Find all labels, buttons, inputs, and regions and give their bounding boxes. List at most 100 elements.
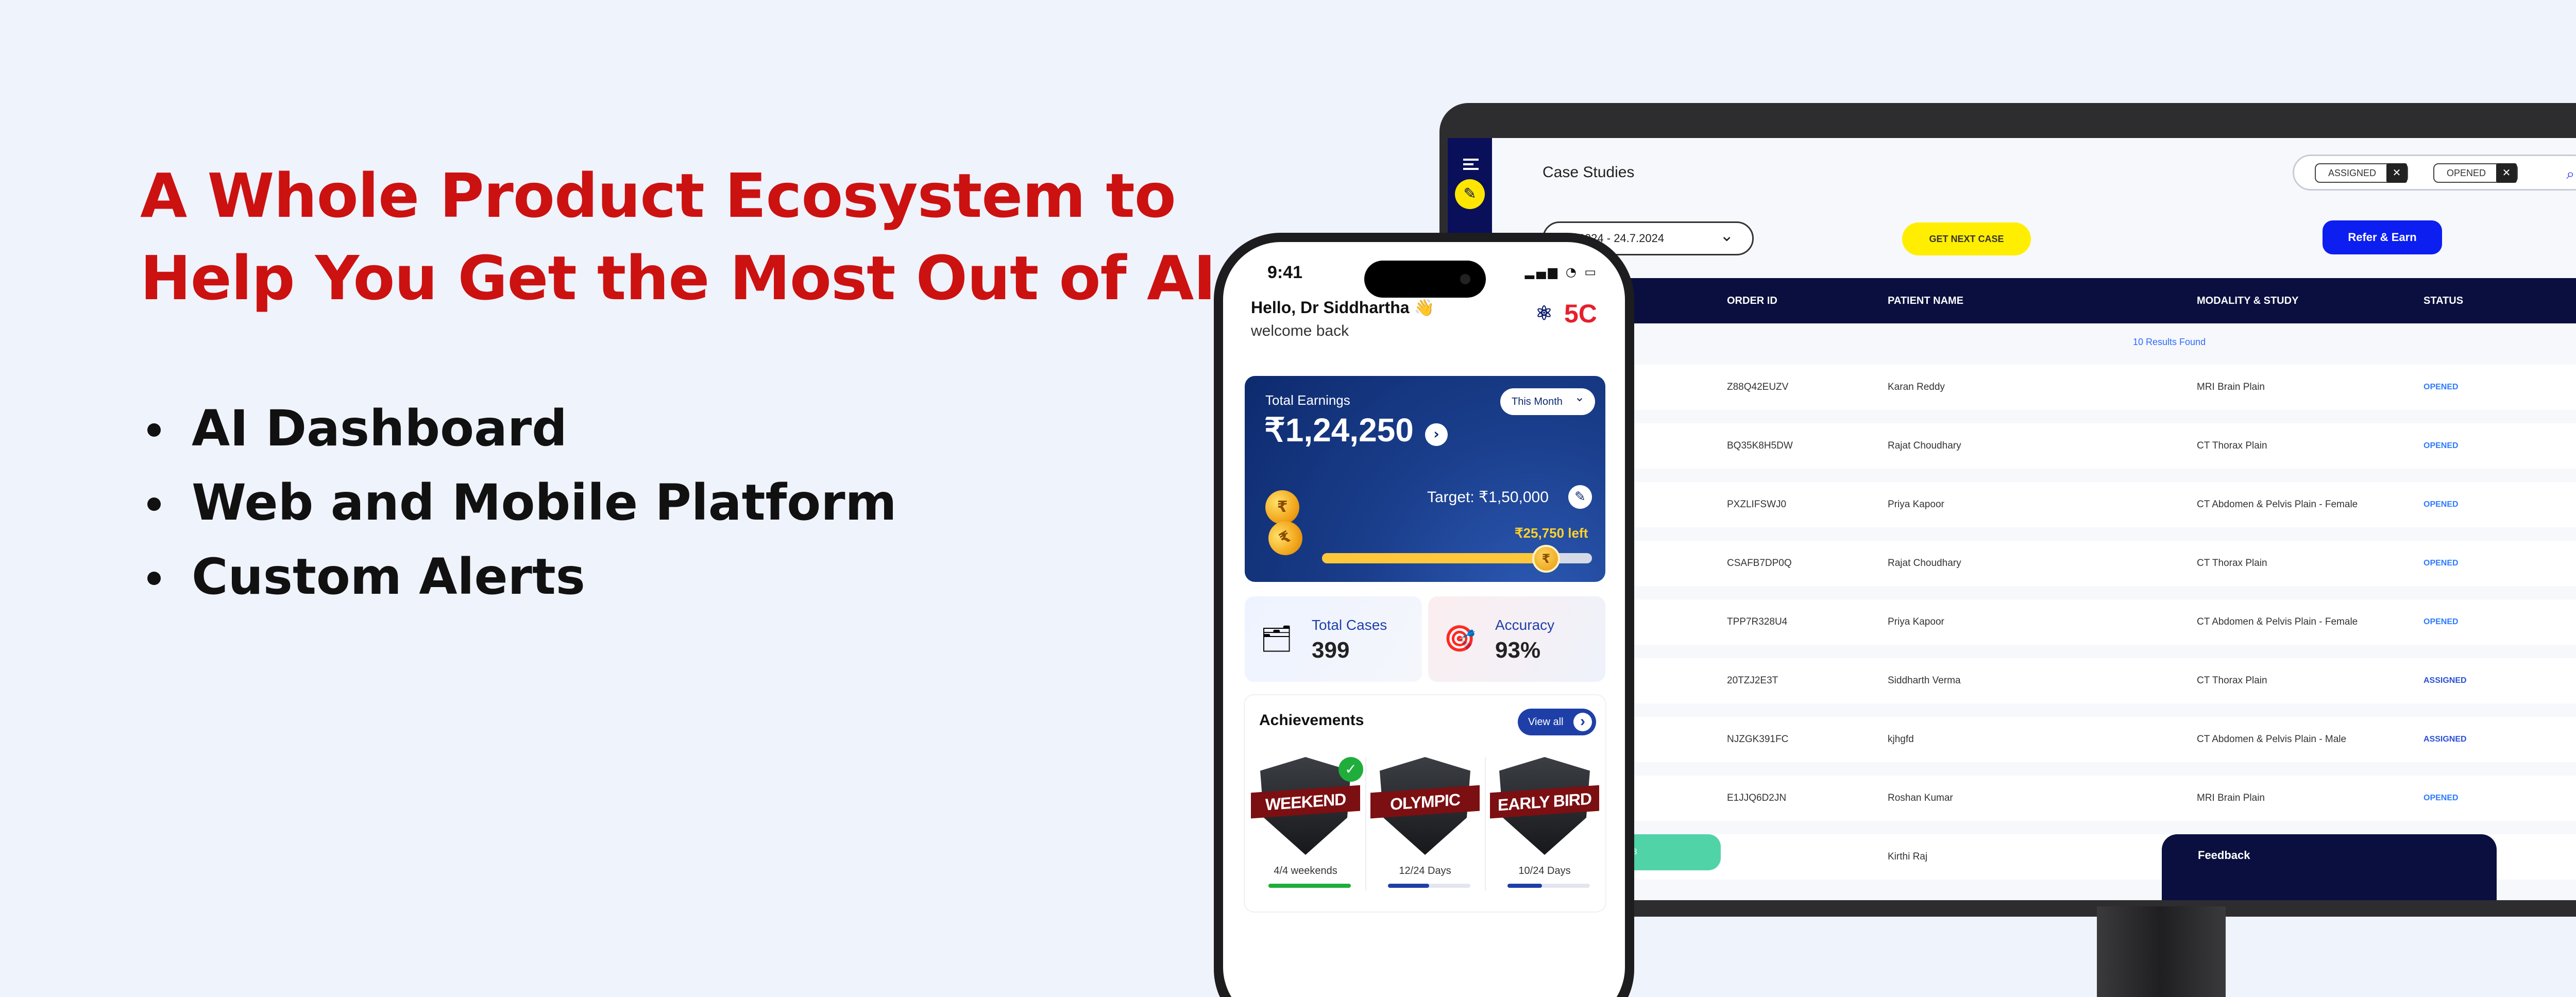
achievement-badge[interactable]: OLYMPIC 12/24 Days (1370, 757, 1484, 901)
filter-chip-label: OPENED (2447, 168, 2486, 178)
chevron-right-icon[interactable]: › (1425, 423, 1448, 446)
search-filter-bar[interactable]: ASSIGNED ✕ OPENED ✕ ⌕ (2293, 154, 2576, 191)
order-id-cell: NJZGK391FC (1727, 734, 1789, 745)
pencil-icon[interactable]: ✎ (1455, 179, 1485, 209)
study-cell: CT Abdomen & Pelvis Plain - Female (2197, 616, 2358, 627)
total-cases-card[interactable]: 🗂 Total Cases 399 (1245, 596, 1422, 682)
divider (1485, 757, 1486, 891)
earnings-label: Total Earnings (1265, 392, 1350, 408)
earnings-target: Target: ₹1,50,000 (1427, 489, 1549, 506)
patient-name-cell: Rajat Choudhary (1888, 440, 1961, 451)
close-icon[interactable]: ✕ (2386, 163, 2408, 183)
earnings-card[interactable]: Total Earnings ₹1,24,250 › This Month ₹ … (1245, 376, 1605, 582)
column-header[interactable]: STATUS (2424, 278, 2463, 323)
headline-line-2: Help You Get the Most Out of AI (140, 243, 1216, 314)
earnings-progress-bar: ₹ (1322, 545, 1592, 573)
order-id-cell: BQ35K8H5DW (1727, 440, 1793, 451)
column-header[interactable]: MODALITY & STUDY (2197, 278, 2298, 323)
welcome-text: welcome back (1251, 322, 1349, 339)
progress-fill (1507, 884, 1543, 888)
status-cell: OPENED (2424, 559, 2459, 568)
get-next-case-button[interactable]: GET NEXT CASE (1902, 222, 2031, 255)
patient-name-cell: kjhgfd (1888, 734, 1914, 745)
study-cell: MRI Brain Plain (2197, 793, 2265, 803)
achievement-badge[interactable]: WEEKEND ✓ 4/4 weekends (1251, 757, 1364, 901)
logo-text: 5C (1564, 299, 1597, 328)
feature-item: AI Dashboard (140, 391, 897, 466)
progress-fill (1322, 553, 1546, 563)
patient-name-cell: Kirthi Raj (1888, 851, 1928, 862)
status-cell: ASSIGNED (2424, 735, 2467, 744)
stat-label: Total Cases (1312, 617, 1387, 633)
view-all-button[interactable]: View all (1518, 709, 1596, 735)
filter-chip-opened[interactable]: OPENED ✕ (2433, 163, 2518, 183)
coins-icon: ₹ ₹ (1262, 488, 1309, 565)
check-icon: ✓ (1338, 757, 1363, 782)
status-cell: ASSIGNED (2424, 676, 2467, 685)
close-icon[interactable]: ✕ (2496, 163, 2517, 183)
order-id-cell: CSAFB7DP0Q (1727, 558, 1792, 569)
order-id-cell: PXZLIFSWJ0 (1727, 499, 1787, 510)
study-cell: MRI Brain Plain (2197, 382, 2265, 392)
badge-progress-text: 10/24 Days (1518, 865, 1571, 876)
column-header[interactable]: ORDER ID (1727, 278, 1777, 323)
greeting: Hello, Dr Siddhartha 👋 (1251, 298, 1435, 317)
progress-fill (1388, 884, 1429, 888)
brand-logo: ⚛ 5C (1535, 299, 1597, 329)
refer-earn-button[interactable]: Refer & Earn (2323, 220, 2442, 254)
study-cell: CT Thorax Plain (2197, 440, 2267, 451)
badge-progress-bar (1507, 884, 1590, 888)
stat-value: 93% (1495, 638, 1541, 663)
order-id-cell: 20TZJ2E3T (1727, 675, 1778, 686)
order-id-cell: TPP7R328U4 (1727, 616, 1788, 627)
badge-progress-text: 12/24 Days (1399, 865, 1451, 876)
headline-line-1: A Whole Product Ecosystem to (140, 160, 1176, 231)
cases-icon: 🗂 (1260, 624, 1293, 654)
mobile-app-screen: 9:41 ▂▄▆ ◔ ▭ Hello, Dr Siddhartha 👋 welc… (1223, 242, 1625, 997)
coin-icon: ₹ (1262, 514, 1309, 562)
achievement-badge[interactable]: EARLY BIRD 10/24 Days (1490, 757, 1603, 901)
feedback-button[interactable]: Feedback (2162, 834, 2497, 900)
monitor-stand (2097, 906, 2226, 997)
dynamic-island (1364, 261, 1486, 298)
earnings-value: ₹1,24,250 (1264, 411, 1414, 449)
status-cell: OPENED (2424, 441, 2459, 450)
page-title: Case Studies (1543, 164, 1635, 181)
edit-icon[interactable]: ✎ (1568, 485, 1592, 509)
feature-item: Web and Mobile Platform (140, 466, 897, 540)
column-header[interactable]: PATIENT NAME (1888, 278, 1963, 323)
study-cell: CT Thorax Plain (2197, 675, 2267, 686)
menu-icon[interactable] (1463, 159, 1479, 170)
headline: A Whole Product Ecosystem to Help You Ge… (140, 154, 1216, 319)
target-icon: 🎯 (1444, 624, 1476, 654)
stat-value: 399 (1312, 638, 1350, 663)
amount-left: ₹25,750 left (1515, 525, 1588, 541)
patient-name-cell: Priya Kapoor (1888, 616, 1944, 627)
patient-name-cell: Karan Reddy (1888, 382, 1945, 392)
patient-name-cell: Roshan Kumar (1888, 793, 1953, 803)
badge-progress-bar (1268, 884, 1351, 888)
patient-name-cell: Priya Kapoor (1888, 499, 1944, 510)
stat-label: Accuracy (1495, 617, 1555, 633)
study-cell: CT Abdomen & Pelvis Plain - Female (2197, 499, 2358, 510)
progress-coin-icon: ₹ (1532, 545, 1560, 573)
period-select[interactable]: This Month (1500, 384, 1595, 415)
accuracy-card[interactable]: 🎯 Accuracy 93% (1428, 596, 1605, 682)
status-cell: OPENED (2424, 617, 2459, 626)
search-icon[interactable]: ⌕ (2566, 165, 2574, 183)
study-cell: CT Abdomen & Pelvis Plain - Male (2197, 734, 2347, 745)
status-cell: OPENED (2424, 383, 2459, 391)
status-time: 9:41 (1267, 263, 1303, 282)
progress-fill (1268, 884, 1351, 888)
status-icons: ▂▄▆ ◔ ▭ (1524, 265, 1598, 279)
filter-chip-assigned[interactable]: ASSIGNED ✕ (2315, 163, 2409, 183)
status-cell: OPENED (2424, 500, 2459, 509)
patient-name-cell: Rajat Choudhary (1888, 558, 1961, 569)
molecule-icon: ⚛ (1535, 303, 1553, 324)
order-id-cell: E1JJQ6D2JN (1727, 793, 1787, 803)
patient-name-cell: Siddharth Verma (1888, 675, 1961, 686)
status-cell: OPENED (2424, 794, 2459, 802)
badge-progress-bar (1388, 884, 1470, 888)
order-id-cell: Z88Q42EUZV (1727, 382, 1789, 392)
achievements-title: Achievements (1259, 712, 1364, 729)
